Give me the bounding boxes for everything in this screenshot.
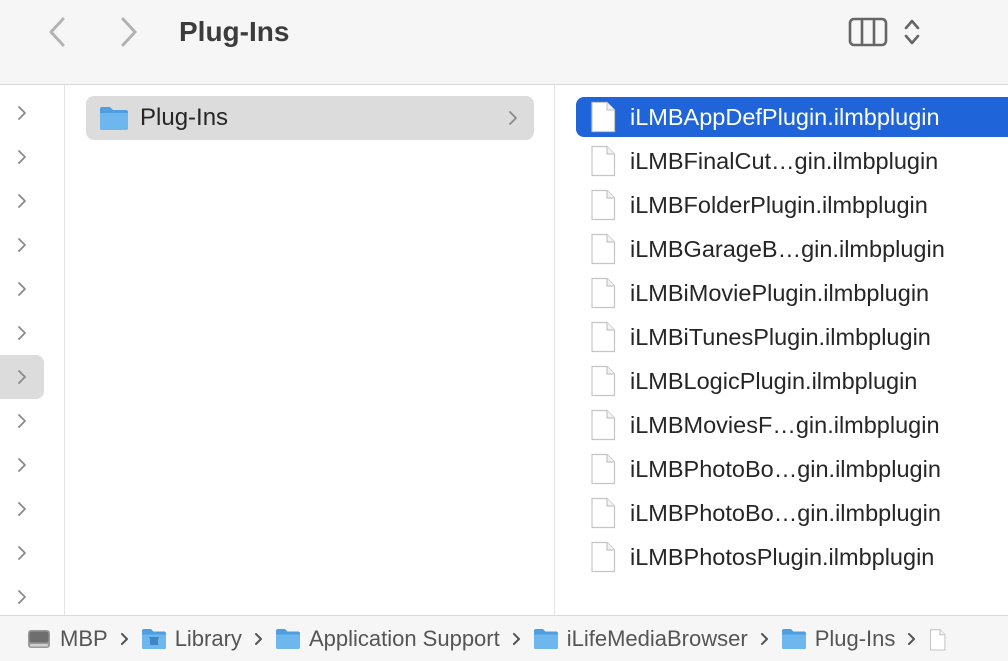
document-icon — [591, 409, 616, 441]
chevron-up-down-icon — [904, 19, 920, 45]
document-icon — [930, 628, 946, 651]
parent-row[interactable] — [0, 443, 44, 487]
path-separator-icon — [254, 632, 263, 646]
document-icon — [591, 145, 616, 177]
file-row[interactable]: iLMBFinalCut…gin.ilmbplugin — [576, 141, 1008, 181]
document-icon — [591, 497, 616, 529]
column-browser: Plug-Ins iLMBAppDefPlugin.ilmbplugin iLMB… — [0, 85, 1008, 615]
parent-row[interactable] — [0, 399, 44, 443]
file-row[interactable]: iLMBMoviesF…gin.ilmbplugin — [576, 405, 1008, 445]
chevron-right-icon — [18, 502, 26, 516]
path-crumb[interactable]: MBP — [26, 616, 108, 661]
toolbar: Plug-Ins — [0, 0, 1008, 85]
path-separator-icon — [760, 632, 769, 646]
folder-icon — [533, 628, 558, 649]
file-row[interactable]: iLMBPhotosPlugin.ilmbplugin — [576, 537, 1008, 577]
file-name: iLMBPhotoBo…gin.ilmbplugin — [630, 455, 941, 482]
path-crumb[interactable]: Application Support — [275, 616, 500, 661]
folder-row-plug-ins[interactable]: Plug-Ins — [86, 96, 534, 140]
path-crumb-label: Application Support — [308, 625, 500, 651]
chevron-right-icon — [18, 546, 26, 560]
file-name: iLMBGarageB…gin.ilmbplugin — [630, 235, 945, 262]
chevron-right-icon — [18, 106, 26, 120]
path-separator-icon — [907, 632, 916, 646]
parent-row[interactable] — [0, 355, 44, 399]
file-row[interactable]: iLMBiMoviePlugin.ilmbplugin — [576, 273, 1008, 313]
file-row[interactable]: iLMBGarageB…gin.ilmbplugin — [576, 229, 1008, 269]
path-crumb[interactable]: Library — [141, 616, 242, 661]
chevron-right-icon — [18, 238, 26, 252]
file-column[interactable]: iLMBAppDefPlugin.ilmbplugin iLMBFinalCut…… — [555, 85, 1008, 615]
document-icon — [591, 233, 616, 265]
file-name: iLMBFinalCut…gin.ilmbplugin — [630, 147, 939, 174]
library-folder-icon — [141, 628, 166, 649]
chevron-right-icon — [508, 110, 522, 126]
window-title: Plug-Ins — [179, 16, 290, 47]
document-icon — [591, 321, 616, 353]
parent-row[interactable] — [0, 575, 44, 619]
parent-row[interactable] — [0, 223, 44, 267]
parent-row[interactable] — [0, 179, 44, 223]
folder-icon — [275, 628, 300, 649]
path-bar: MBP Library Application Support iLifeMediaB… — [0, 615, 1008, 661]
chevron-right-icon — [18, 194, 26, 208]
file-name: iLMBMoviesF…gin.ilmbplugin — [630, 411, 940, 438]
file-row[interactable]: iLMBPhotoBo…gin.ilmbplugin — [576, 493, 1008, 533]
chevron-right-icon — [18, 590, 26, 604]
forward-button[interactable] — [112, 14, 146, 50]
view-options-button[interactable] — [898, 14, 926, 50]
file-name: iLMBFolderPlugin.ilmbplugin — [630, 191, 928, 218]
document-icon — [591, 541, 616, 573]
file-row[interactable]: iLMBLogicPlugin.ilmbplugin — [576, 361, 1008, 401]
path-crumb-label: Plug-Ins — [814, 625, 896, 651]
document-icon — [591, 277, 616, 309]
file-row[interactable]: iLMBPhotoBo…gin.ilmbplugin — [576, 449, 1008, 489]
chevron-right-icon — [18, 458, 26, 472]
path-crumb-label: iLifeMediaBrowser — [566, 625, 748, 651]
file-name: iLMBPhotoBo…gin.ilmbplugin — [630, 499, 941, 526]
parent-row[interactable] — [0, 487, 44, 531]
path-crumb-label: MBP — [60, 625, 108, 651]
chevron-right-icon — [121, 17, 137, 47]
chevron-right-icon — [18, 150, 26, 164]
chevron-right-icon — [18, 282, 26, 296]
file-name: iLMBiTunesPlugin.ilmbplugin — [630, 323, 931, 350]
chevron-right-icon — [18, 414, 26, 428]
parent-row[interactable] — [0, 135, 44, 179]
document-icon — [591, 365, 616, 397]
document-icon — [591, 453, 616, 485]
chevron-left-icon — [49, 17, 65, 47]
parent-column[interactable] — [0, 85, 65, 615]
parent-row[interactable] — [0, 531, 44, 575]
back-button[interactable] — [40, 14, 74, 50]
file-name: iLMBPhotosPlugin.ilmbplugin — [630, 543, 935, 570]
path-crumb[interactable] — [928, 616, 958, 661]
folder-icon — [781, 628, 806, 649]
path-crumb[interactable]: Plug-Ins — [781, 616, 896, 661]
path-crumb[interactable]: iLifeMediaBrowser — [533, 616, 748, 661]
folder-label: Plug-Ins — [140, 104, 229, 131]
parent-row[interactable] — [0, 267, 44, 311]
document-icon — [591, 189, 616, 221]
file-row[interactable]: iLMBiTunesPlugin.ilmbplugin — [576, 317, 1008, 357]
file-row[interactable]: iLMBAppDefPlugin.ilmbplugin — [576, 97, 1008, 137]
column-view-icon — [848, 17, 888, 47]
chevron-right-icon — [18, 326, 26, 340]
parent-row[interactable] — [0, 91, 44, 135]
hard-drive-icon — [28, 629, 50, 648]
view-mode-button[interactable] — [846, 14, 890, 50]
path-separator-icon — [120, 632, 129, 646]
parent-row[interactable] — [0, 311, 44, 355]
file-name: iLMBiMoviePlugin.ilmbplugin — [630, 279, 930, 306]
path-crumb-label: Library — [174, 625, 242, 651]
document-icon — [591, 101, 616, 133]
chevron-right-icon — [18, 370, 26, 384]
file-row[interactable]: iLMBFolderPlugin.ilmbplugin — [576, 185, 1008, 225]
folder-column[interactable]: Plug-Ins — [65, 85, 555, 615]
file-name: iLMBAppDefPlugin.ilmbplugin — [630, 103, 940, 130]
path-separator-icon — [512, 632, 521, 646]
file-name: iLMBLogicPlugin.ilmbplugin — [630, 367, 918, 394]
folder-icon — [100, 107, 128, 130]
